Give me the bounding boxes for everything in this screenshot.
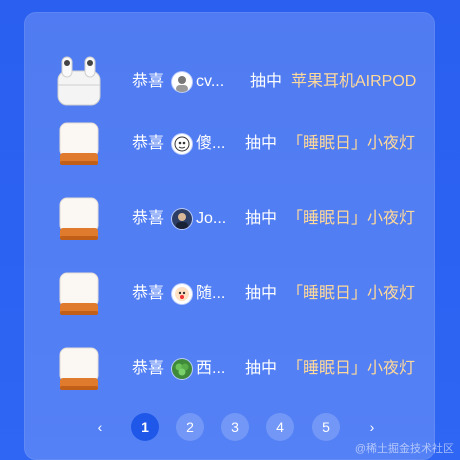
winner-username[interactable]: cv... <box>196 72 224 92</box>
user-avatar[interactable] <box>172 359 192 379</box>
prev-page-button[interactable]: ‹ <box>86 413 114 441</box>
congrats-label: 恭喜 <box>132 360 165 377</box>
page-button-2[interactable]: 2 <box>176 413 204 441</box>
drew-label: 抽中 <box>245 360 278 377</box>
winner-username[interactable]: Jo... <box>196 209 226 229</box>
drew-label: 抽中 <box>245 135 278 152</box>
winner-row: 恭喜 傻... 抽中 「睡眠日」小夜灯 <box>24 109 435 179</box>
congrats-label: 恭喜 <box>132 210 165 227</box>
prize-name: 「睡眠日」小夜灯 <box>287 285 416 302</box>
airpods-icon <box>52 55 106 109</box>
user-avatar[interactable] <box>172 134 192 154</box>
page-button-1[interactable]: 1 <box>131 413 159 441</box>
winner-row: 恭喜 cv... 抽中 苹果耳机AIRPOD <box>24 47 435 117</box>
prize-name: 「睡眠日」小夜灯 <box>287 135 416 152</box>
winner-row: 恭喜 西... 抽中 「睡眠日」小夜灯 <box>24 334 435 404</box>
winner-username[interactable]: 西... <box>196 359 225 379</box>
winner-row: 恭喜 随... 抽中 「睡眠日」小夜灯 <box>24 259 435 329</box>
pagination: ‹ 1 2 3 4 5 › <box>24 412 435 442</box>
winner-row: 恭喜 Jo... 抽中 「睡眠日」小夜灯 <box>24 184 435 254</box>
night-lamp-icon <box>52 267 106 321</box>
night-lamp-icon <box>52 117 106 171</box>
drew-label: 抽中 <box>245 210 278 227</box>
user-avatar[interactable] <box>172 209 192 229</box>
congrats-label: 恭喜 <box>132 285 165 302</box>
night-lamp-icon <box>52 192 106 246</box>
user-avatar[interactable] <box>172 72 192 92</box>
congrats-label: 恭喜 <box>132 73 165 90</box>
winners-panel: 恭喜 cv... 抽中 苹果耳机AIRPOD 恭喜 傻... 抽中 「睡眠日」小… <box>24 12 435 460</box>
page-button-3[interactable]: 3 <box>221 413 249 441</box>
prize-name: 「睡眠日」小夜灯 <box>287 360 416 377</box>
prize-name: 「睡眠日」小夜灯 <box>287 210 416 227</box>
night-lamp-icon <box>52 342 106 396</box>
page-button-5[interactable]: 5 <box>312 413 340 441</box>
winner-username[interactable]: 傻... <box>196 134 225 154</box>
drew-label: 抽中 <box>250 73 283 90</box>
congrats-label: 恭喜 <box>132 135 165 152</box>
winner-username[interactable]: 随... <box>196 284 225 304</box>
user-avatar[interactable] <box>172 284 192 304</box>
page-button-4[interactable]: 4 <box>266 413 294 441</box>
watermark: @稀土掘金技术社区 <box>354 443 454 455</box>
prize-name: 苹果耳机AIRPOD <box>291 73 417 90</box>
next-page-button[interactable]: › <box>358 413 386 441</box>
drew-label: 抽中 <box>245 285 278 302</box>
